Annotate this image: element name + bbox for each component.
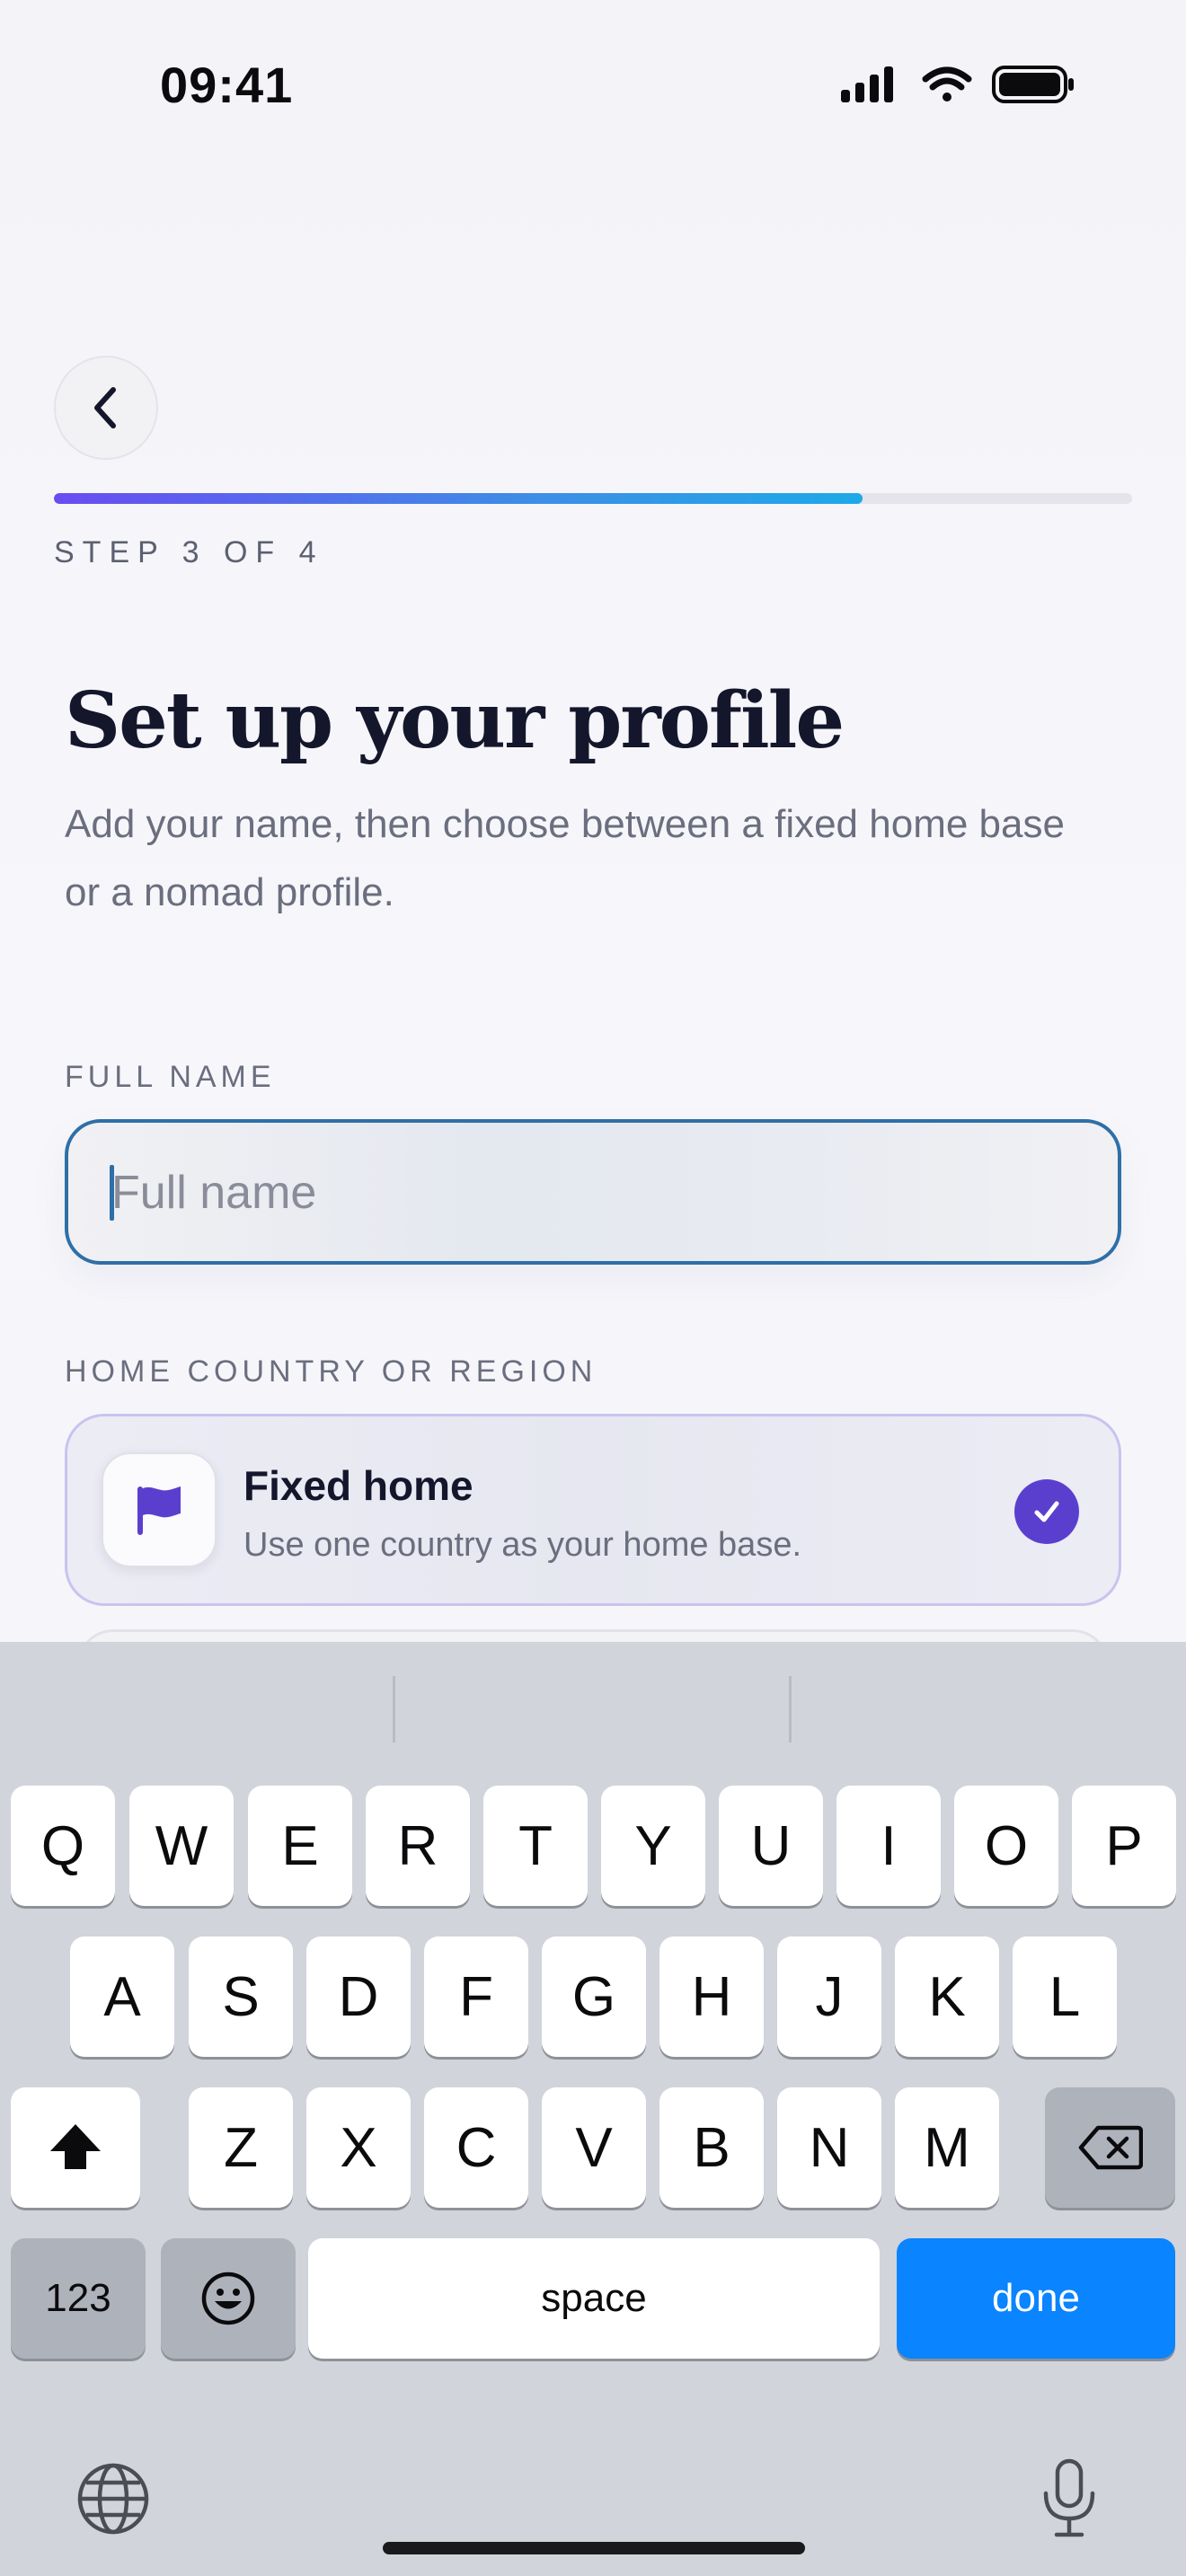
home-indicator[interactable] <box>383 2542 805 2554</box>
key-q[interactable]: Q <box>11 1786 115 1906</box>
key-m[interactable]: M <box>895 2087 999 2208</box>
emoji-key[interactable] <box>161 2238 296 2359</box>
backspace-icon <box>1078 2125 1143 2170</box>
key-d[interactable]: D <box>306 1936 411 2057</box>
option-fixed-home[interactable]: Fixed home Use one country as your home … <box>65 1414 1121 1606</box>
emoji-icon <box>201 2272 255 2325</box>
numbers-key[interactable]: 123 <box>11 2238 146 2359</box>
chevron-left-icon <box>94 387 116 428</box>
key-u[interactable]: U <box>719 1786 823 1906</box>
home-region-label: HOME COUNTRY OR REGION <box>65 1354 597 1389</box>
key-c[interactable]: C <box>424 2087 528 2208</box>
key-t[interactable]: T <box>483 1786 588 1906</box>
progress-fill <box>54 493 863 504</box>
full-name-label: FULL NAME <box>65 1060 276 1094</box>
key-o[interactable]: O <box>954 1786 1058 1906</box>
selected-check-icon <box>1014 1479 1079 1544</box>
wifi-icon <box>922 66 972 101</box>
flag-icon <box>137 1486 181 1535</box>
key-i[interactable]: I <box>836 1786 941 1906</box>
key-n[interactable]: N <box>777 2087 881 2208</box>
key-j[interactable]: J <box>777 1936 881 2057</box>
full-name-input[interactable] <box>110 1123 1066 1263</box>
key-v[interactable]: V <box>542 2087 646 2208</box>
step-indicator: STEP 3 OF 4 <box>54 535 324 569</box>
key-z[interactable]: Z <box>189 2087 293 2208</box>
key-s[interactable]: S <box>189 1936 293 2057</box>
key-w[interactable]: W <box>129 1786 234 1906</box>
battery-icon <box>992 66 1074 103</box>
key-k[interactable]: K <box>895 1936 999 2057</box>
key-y[interactable]: Y <box>601 1786 705 1906</box>
globe-key[interactable] <box>75 2461 151 2536</box>
status-time: 09:41 <box>160 57 294 113</box>
page-title: Set up your profile <box>65 675 845 766</box>
shift-arrow-icon <box>50 2124 101 2169</box>
microphone-icon <box>1043 2458 1095 2537</box>
status-icons <box>836 63 1078 108</box>
text-caret <box>110 1165 114 1221</box>
done-key[interactable]: done <box>897 2238 1175 2359</box>
full-name-field-wrapper <box>65 1119 1121 1265</box>
key-a[interactable]: A <box>70 1936 174 2057</box>
option-title: Fixed home <box>243 1462 474 1509</box>
suggestion-divider <box>789 1676 792 1742</box>
keyboard: Q W E R T Y U I O P A S D F G H J K L Z … <box>0 1642 1186 2576</box>
space-key[interactable]: space <box>308 2238 880 2359</box>
option-icon-tile <box>102 1452 217 1567</box>
key-e[interactable]: E <box>248 1786 352 1906</box>
key-f[interactable]: F <box>424 1936 528 2057</box>
option-description: Use one country as your home base. <box>243 1526 802 1564</box>
key-g[interactable]: G <box>542 1936 646 2057</box>
suggestion-divider <box>393 1676 395 1742</box>
delete-key[interactable] <box>1045 2087 1175 2208</box>
globe-icon <box>77 2463 149 2535</box>
key-p[interactable]: P <box>1072 1786 1176 1906</box>
shift-key[interactable] <box>11 2087 140 2208</box>
dictation-key[interactable] <box>1040 2457 1098 2540</box>
progress-bar <box>54 493 1132 504</box>
key-h[interactable]: H <box>659 1936 764 2057</box>
key-l[interactable]: L <box>1013 1936 1117 2057</box>
key-x[interactable]: X <box>306 2087 411 2208</box>
cellular-signal-icon <box>841 66 893 102</box>
key-b[interactable]: B <box>659 2087 764 2208</box>
page-subtitle: Add your name, then choose between a fix… <box>65 802 1065 914</box>
back-button[interactable] <box>54 356 158 460</box>
key-r[interactable]: R <box>366 1786 470 1906</box>
